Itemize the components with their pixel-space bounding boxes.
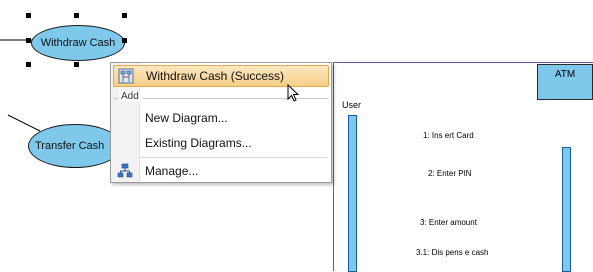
usecase-withdraw-cash[interactable]: Withdraw Cash	[31, 25, 125, 61]
selection-handle[interactable]	[74, 13, 79, 18]
usecase-transfer-label: Transfer Cash	[35, 140, 105, 152]
selection-handle[interactable]	[26, 62, 31, 67]
menu-item-label: Existing Diagrams...	[145, 136, 252, 150]
selection-handle[interactable]	[26, 13, 31, 18]
selection-handle[interactable]	[122, 38, 127, 43]
lifeline-atm[interactable]: ATM	[537, 64, 593, 100]
message-label[interactable]: 3.1: Dis pens e cash	[416, 248, 488, 257]
actor-user-label: User	[342, 100, 362, 110]
mouse-cursor-icon	[287, 84, 299, 102]
message-label[interactable]: 3: Enter amount	[420, 218, 477, 227]
selection-handle[interactable]	[74, 62, 79, 67]
menu-item-manage[interactable]: Manage...	[113, 160, 329, 182]
menu-separator	[141, 157, 327, 158]
activation-user[interactable]	[348, 115, 357, 272]
activation-atm[interactable]	[562, 147, 571, 272]
message-label[interactable]: 1: Ins ert Card	[423, 131, 474, 140]
menu-section-label: Add	[119, 91, 141, 102]
menu-item-label: New Diagram...	[145, 111, 228, 125]
message-label[interactable]: 2: Enter PIN	[428, 169, 472, 178]
menu-item-new-diagram[interactable]: New Diagram...	[113, 107, 329, 129]
hierarchy-icon	[117, 163, 133, 178]
selection-handle[interactable]	[26, 38, 31, 43]
selection-handle[interactable]	[122, 13, 127, 18]
usecase-transfer-cash[interactable]: Transfer Cash	[28, 124, 122, 168]
lifeline-atm-label: ATM	[554, 69, 576, 80]
sequence-diagram-icon	[118, 68, 134, 84]
menu-item-label: Withdraw Cash (Success)	[146, 69, 285, 83]
menu-item-label: Manage...	[145, 164, 199, 178]
context-menu: Withdraw Cash (Success) Add New Diagram.…	[110, 62, 332, 183]
menu-item-existing-diagrams[interactable]: Existing Diagrams...	[113, 132, 329, 154]
usecase-withdraw-label: Withdraw Cash	[40, 37, 116, 49]
